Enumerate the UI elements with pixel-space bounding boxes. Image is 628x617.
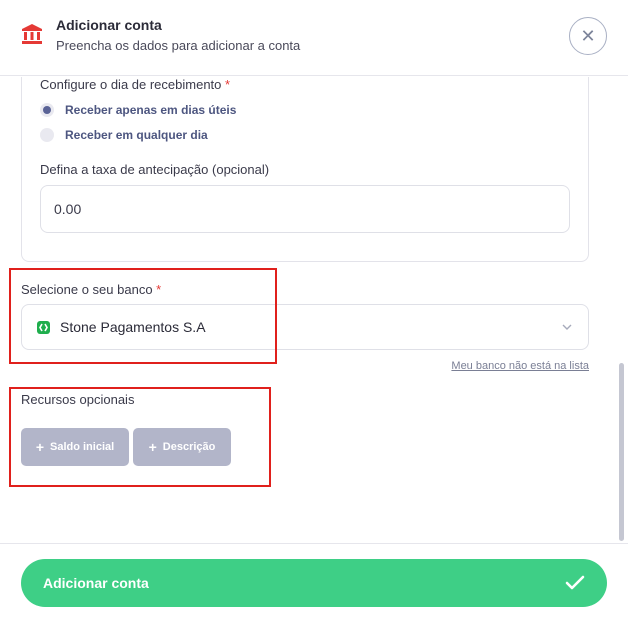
- add-account-button[interactable]: Adicionar conta: [21, 559, 607, 607]
- bank-not-listed-link[interactable]: Meu banco não está na lista: [451, 360, 589, 372]
- modal-header: Adicionar conta Preencha os dados para a…: [0, 0, 628, 76]
- bank-highlight-box: [9, 268, 277, 364]
- bank-icon: [22, 24, 42, 44]
- modal-subtitle: Preencha os dados para adicionar a conta: [56, 38, 301, 53]
- close-button[interactable]: ✕: [569, 17, 607, 55]
- radio-business-days-label: Receber apenas em dias úteis: [65, 103, 237, 117]
- optional-resources-highlight-box: [9, 387, 271, 487]
- chevron-down-icon: [562, 324, 572, 330]
- add-account-label: Adicionar conta: [43, 575, 149, 591]
- receipt-day-label-text: Configure o dia de recebimento: [40, 77, 222, 92]
- modal-footer: Adicionar conta: [0, 543, 628, 617]
- receipt-day-label: Configure o dia de recebimento *: [40, 77, 230, 92]
- radio-any-day-label: Receber em qualquer dia: [65, 128, 208, 142]
- scrollbar[interactable]: [619, 363, 624, 541]
- check-icon: [565, 575, 585, 590]
- modal-title: Adicionar conta: [56, 17, 162, 33]
- required-mark: *: [225, 77, 231, 92]
- anticipation-rate-input[interactable]: [40, 185, 570, 233]
- radio-business-days[interactable]: Receber apenas em dias úteis: [40, 103, 236, 117]
- close-icon: ✕: [580, 25, 596, 46]
- radio-selected-icon: [40, 103, 54, 117]
- radio-unselected-icon: [40, 128, 54, 142]
- radio-any-day[interactable]: Receber em qualquer dia: [40, 128, 208, 142]
- anticipation-label: Defina a taxa de antecipação (opcional): [40, 162, 270, 177]
